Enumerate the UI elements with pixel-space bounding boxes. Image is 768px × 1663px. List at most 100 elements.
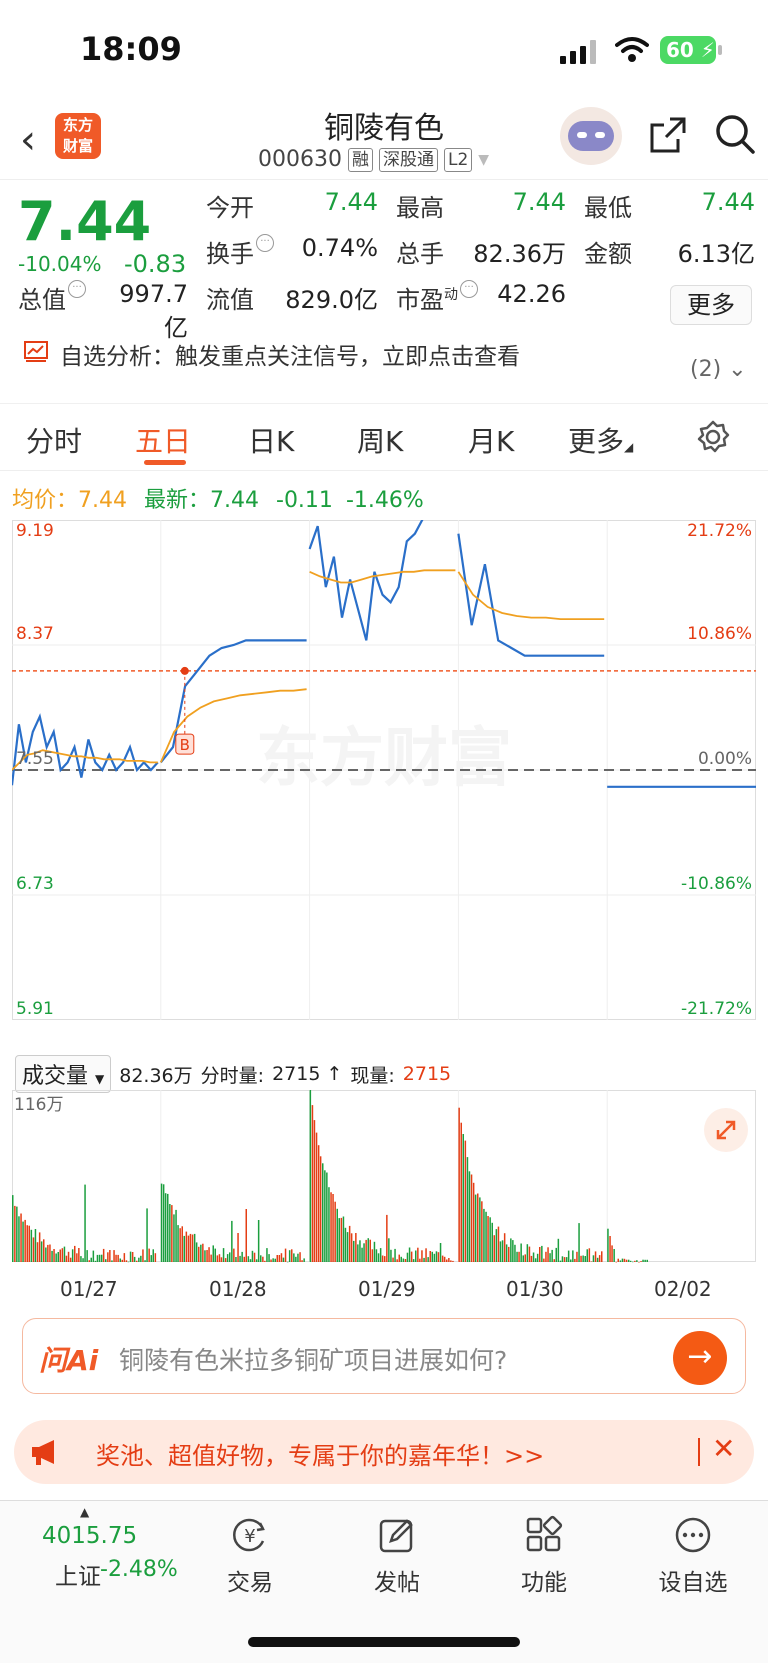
volume-bar [415, 1250, 417, 1262]
volume-bar [338, 1218, 340, 1262]
nav-post[interactable]: 发帖 [347, 1515, 447, 1597]
close-icon[interactable]: ✕ [712, 1432, 735, 1465]
volume-bar [102, 1248, 105, 1262]
volume-bar [466, 1157, 469, 1262]
volume-bar [474, 1194, 477, 1262]
volume-total: 82.36万 [119, 1064, 193, 1087]
volume-bar [315, 1132, 318, 1262]
volume-bar [594, 1251, 597, 1262]
volume-bar [30, 1229, 33, 1262]
volume-bar [38, 1232, 41, 1262]
volume-chart[interactable]: 116万 [12, 1090, 756, 1274]
volume-bar [348, 1225, 351, 1262]
volume-bar [512, 1240, 514, 1262]
volume-bar [534, 1258, 537, 1262]
dropdown-caret-icon[interactable]: ▼ [478, 152, 489, 168]
volume-bar [169, 1204, 171, 1262]
index-value[interactable]: 4015.75 [42, 1523, 137, 1549]
info-icon: ··· [256, 234, 274, 252]
volume-bar [555, 1247, 557, 1262]
nav-trade[interactable]: ¥ 交易 [200, 1515, 300, 1597]
volume-bar [18, 1216, 20, 1262]
volume-bar [357, 1244, 359, 1262]
volume-bar [328, 1187, 330, 1262]
divider [698, 1438, 700, 1466]
tab-more[interactable]: 更多◢ [568, 420, 633, 460]
ai-robot-avatar[interactable] [560, 107, 622, 165]
volume-bar [400, 1256, 402, 1262]
volume-value: 82.36万 [473, 240, 566, 268]
tab-daily-k[interactable]: 日K [248, 420, 294, 460]
volume-bar [231, 1220, 233, 1262]
analysis-alert[interactable]: 自选分析：触发重点关注信号，立即点击查看 (2) ⌄ [0, 335, 768, 403]
promo-banner[interactable]: 奖池、超值好物，专属于你的嘉年华！>> ✕ [14, 1420, 754, 1484]
volume-bar [379, 1248, 382, 1262]
tab-five-day[interactable]: 五日 [135, 420, 191, 460]
nav-functions[interactable]: 功能 [494, 1515, 594, 1597]
five-day-price-chart[interactable]: 东方财富 B 9.19 8.37 7.55 6.73 5.91 21.72% 10.86% 0.0… [12, 520, 756, 1050]
date-label: 01/29 [358, 1277, 416, 1301]
volume-bar [202, 1243, 204, 1262]
search-icon[interactable] [714, 113, 756, 155]
volume-max-label: 116万 [14, 1095, 63, 1115]
volume-bar [646, 1259, 648, 1262]
volume-bar [218, 1254, 221, 1262]
volume-bar [404, 1259, 407, 1262]
volume-bar [642, 1259, 644, 1262]
volume-bar [208, 1247, 210, 1262]
home-indicator [248, 1637, 520, 1647]
ai-question-box[interactable]: 问Ai 铜陵有色米拉多铜矿项目进展如何? → [22, 1318, 746, 1394]
volume-bar [96, 1254, 99, 1262]
indicator-select[interactable]: 成交量 ▼ [15, 1055, 112, 1093]
volume-bar [63, 1246, 66, 1262]
date-label: 01/28 [209, 1277, 267, 1301]
quote-panel: 7.44 -10.04% -0.83 今开 7.44 最高 7.44 最低 7.… [0, 180, 768, 342]
share-icon[interactable] [648, 115, 688, 155]
volume-bar [495, 1229, 498, 1262]
volume-bar [629, 1260, 632, 1262]
volume-bar [505, 1244, 508, 1262]
expand-icon[interactable] [704, 1108, 748, 1152]
pe-value: 42.26 [497, 280, 566, 308]
volume-bar [198, 1246, 200, 1262]
edit-post-icon [379, 1519, 413, 1553]
y-pct-label: 10.86% [687, 624, 752, 644]
settings-gear-icon[interactable] [696, 420, 730, 454]
volume-bar [311, 1105, 314, 1262]
volume-bar [40, 1241, 43, 1262]
nav-add-watchlist[interactable]: 设自选 [643, 1515, 743, 1597]
chevron-down-icon: ⌄ [728, 357, 747, 382]
more-button[interactable]: 更多 [670, 285, 752, 325]
now-volume: 2715 [402, 1063, 452, 1085]
volume-bar [563, 1257, 566, 1262]
index-name[interactable]: 上证 [55, 1557, 101, 1591]
volume-bar [191, 1234, 194, 1262]
amount-value: 6.13亿 [677, 240, 755, 268]
stock-code-row[interactable]: 000630 融 深股通 L2 ▼ [258, 147, 489, 172]
volume-bar [291, 1249, 293, 1262]
volume-bar [241, 1251, 243, 1262]
tab-intraday[interactable]: 分时 [26, 420, 82, 460]
volume-bar [375, 1249, 378, 1262]
volume-bar [82, 1258, 84, 1262]
volume-bar [55, 1253, 57, 1262]
volume-bar [435, 1251, 438, 1262]
pe-label: 市盈动 ··· [396, 280, 478, 315]
status-time: 18:09 [80, 30, 182, 68]
tab-monthly-k[interactable]: 月K [468, 420, 514, 460]
current-price: 7.44 [18, 190, 152, 253]
volume-bar [299, 1252, 301, 1262]
volume-bar [598, 1255, 601, 1262]
arrow-right-icon[interactable]: → [673, 1331, 727, 1385]
volume-bar [113, 1250, 115, 1262]
tab-weekly-k[interactable]: 周K [357, 420, 403, 460]
volume-bar [477, 1193, 479, 1262]
volume-bar [429, 1251, 431, 1262]
volume-bar [45, 1247, 47, 1262]
volume-bar [373, 1241, 376, 1262]
date-label: 01/27 [60, 1277, 118, 1301]
signal-icon [560, 40, 600, 64]
volume-bar [636, 1260, 638, 1262]
volume-bar [195, 1242, 198, 1262]
volume-bar [257, 1220, 260, 1262]
